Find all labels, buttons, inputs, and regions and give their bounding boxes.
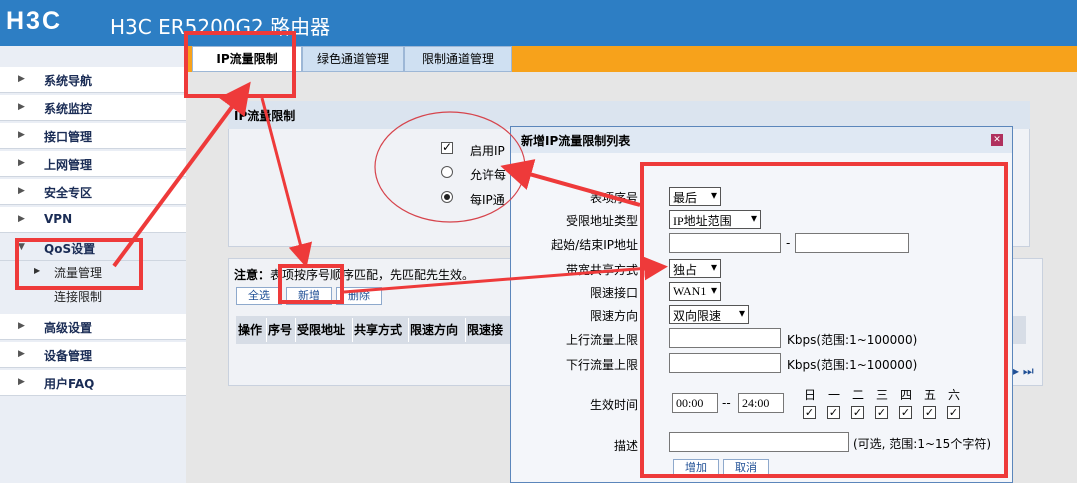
annotation-arrows [112,81,668,294]
annotation-arrow-tab [260,97,313,268]
annotation-arrow-form [500,159,641,207]
annotation-arrow-sidebar [112,81,251,268]
annotation-arrow-new [343,256,668,294]
annotation-ellipse [374,111,526,223]
